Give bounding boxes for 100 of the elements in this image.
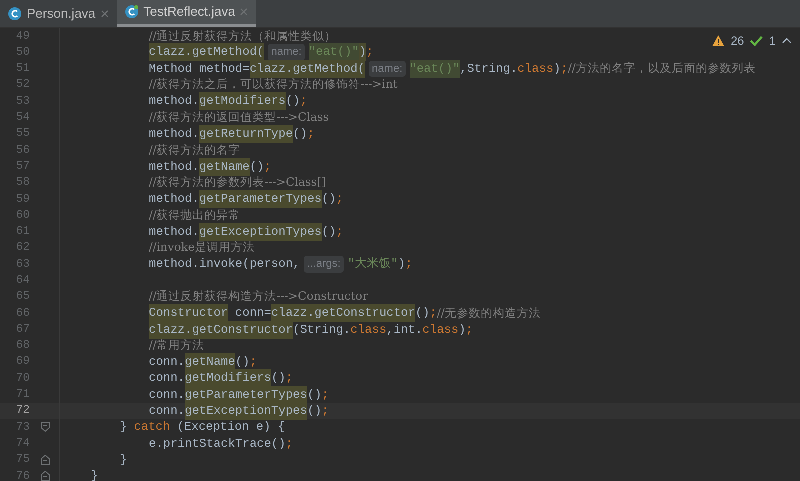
line-number: 67 [15, 322, 31, 338]
code-text: method. [149, 126, 200, 143]
code-text: method.invoke(person, [149, 256, 300, 274]
warning-count: 26 [730, 33, 744, 50]
code-text: conn. [149, 370, 186, 388]
highlighted-code: getParameterTypes [199, 190, 322, 208]
line-number: 69 [15, 354, 31, 370]
code-text: method. [149, 224, 200, 241]
highlighted-code: clazz.getConstructor [271, 304, 416, 322]
parameter-hint: ...args: [304, 256, 344, 273]
line-number: 55 [15, 126, 31, 142]
line-number: 61 [15, 224, 31, 240]
fold-icon[interactable] [41, 471, 50, 481]
keyword-text: ; [405, 256, 413, 274]
code-comment: //常用方法 [149, 337, 205, 354]
keyword-text: ; [366, 44, 374, 62]
keyword-text: ; [307, 126, 315, 143]
highlighted-code: getReturnType [199, 124, 294, 143]
keyword-text: ; [430, 305, 438, 322]
fold-icon[interactable] [41, 422, 50, 432]
line-number: 64 [15, 272, 31, 289]
line-number: 52 [15, 77, 31, 94]
class-file-icon [124, 5, 139, 19]
code-text: conn. [149, 386, 186, 404]
code-comment: //获得抛出的异常 [149, 206, 241, 224]
line-number: 53 [15, 94, 31, 110]
highlighted-code: getModifiers [185, 369, 272, 388]
string-literal: "大米饭" [348, 256, 398, 274]
highlighted-code: getParameterTypes [185, 386, 308, 404]
keyword-text: ; [300, 93, 308, 110]
line-number: 68 [15, 338, 31, 354]
editor-tab[interactable]: TestReflect.java [116, 0, 256, 27]
highlighted-code: clazz.getMethod( [250, 60, 366, 78]
line-number: 59 [15, 192, 31, 208]
code-text: () [415, 305, 430, 322]
fold-icon[interactable] [41, 454, 50, 465]
code-text: () [271, 370, 286, 388]
code-comment: //获得方法的名字 [149, 142, 241, 159]
line-number: 49 [15, 28, 31, 45]
code-text: } [120, 419, 128, 436]
keyword-text: ; [322, 402, 330, 420]
code-text: ,int. [386, 322, 423, 338]
code-comment: //通过反射获得构造方法--->Constructor [149, 288, 368, 306]
code-comment: //通过反射获得方法（和属性类似） [149, 28, 337, 45]
keyword-text: ; [264, 158, 272, 176]
keyword-text: ; [466, 322, 474, 338]
code-text: conn. [149, 354, 186, 372]
keyword-text: catch [134, 419, 170, 436]
code-comment: //无参数的构造方法 [437, 304, 541, 322]
highlighted-code: getExceptionTypes [185, 402, 308, 420]
caret-up-icon[interactable] [782, 38, 792, 44]
line-number: 70 [15, 370, 31, 387]
line-number: 73 [15, 420, 31, 436]
code-comment: //获得方法的返回值类型--->Class [149, 109, 330, 126]
line-number: 65 [15, 289, 31, 306]
editor-tab[interactable]: Person.java [0, 0, 117, 27]
keyword-text: ; [286, 436, 294, 453]
code-text: e.printStackTrace() [149, 436, 286, 453]
line-number: 62 [15, 240, 31, 256]
highlighted-code: clazz.getMethod( [149, 43, 264, 62]
code-text: () [286, 93, 300, 110]
line-number: 50 [15, 44, 31, 61]
code-text: } [120, 452, 128, 469]
code-text: Method method= [149, 60, 250, 78]
keyword-text: ; [336, 224, 344, 241]
code-text: method. [149, 93, 200, 110]
code-text: method. [149, 158, 200, 176]
line-number: 58 [15, 175, 31, 192]
keyword-text: ; [336, 191, 344, 208]
line-number: 75 [15, 452, 31, 468]
code-comment: //invoke是调用方法 [149, 239, 256, 256]
code-text: (String. [293, 322, 351, 338]
close-icon[interactable] [240, 8, 248, 16]
highlighted-code: getModifiers [199, 92, 286, 110]
keyword-text: class [422, 322, 459, 338]
class-file-icon [8, 6, 22, 20]
code-text: () [307, 386, 322, 404]
code-text: ) [398, 256, 406, 274]
check-icon [750, 35, 764, 47]
code-text: method. [149, 191, 200, 208]
code-text: ) [554, 60, 561, 78]
code-text: () [322, 224, 336, 241]
line-number: 66 [15, 306, 31, 322]
parameter-hint: name: [369, 60, 406, 77]
keyword-text: ; [322, 386, 330, 404]
keyword-text: class [350, 322, 387, 338]
line-number: 76 [15, 468, 31, 481]
close-icon[interactable] [100, 10, 109, 18]
code-comment: //方法的名字，以及后面的参数列表 [568, 60, 756, 78]
line-number: 60 [15, 208, 31, 224]
line-number: 74 [15, 436, 31, 452]
code-text: () [322, 191, 336, 208]
highlighted-code: clazz.getConstructor [149, 320, 294, 338]
keyword-text: ; [286, 370, 294, 388]
code-text: ,String. [460, 60, 518, 78]
keyword-text: class [518, 60, 554, 78]
line-number: 71 [15, 387, 31, 404]
keyword-text: ; [560, 60, 568, 78]
parameter-hint: name: [268, 44, 305, 61]
line-number: 63 [15, 256, 31, 273]
